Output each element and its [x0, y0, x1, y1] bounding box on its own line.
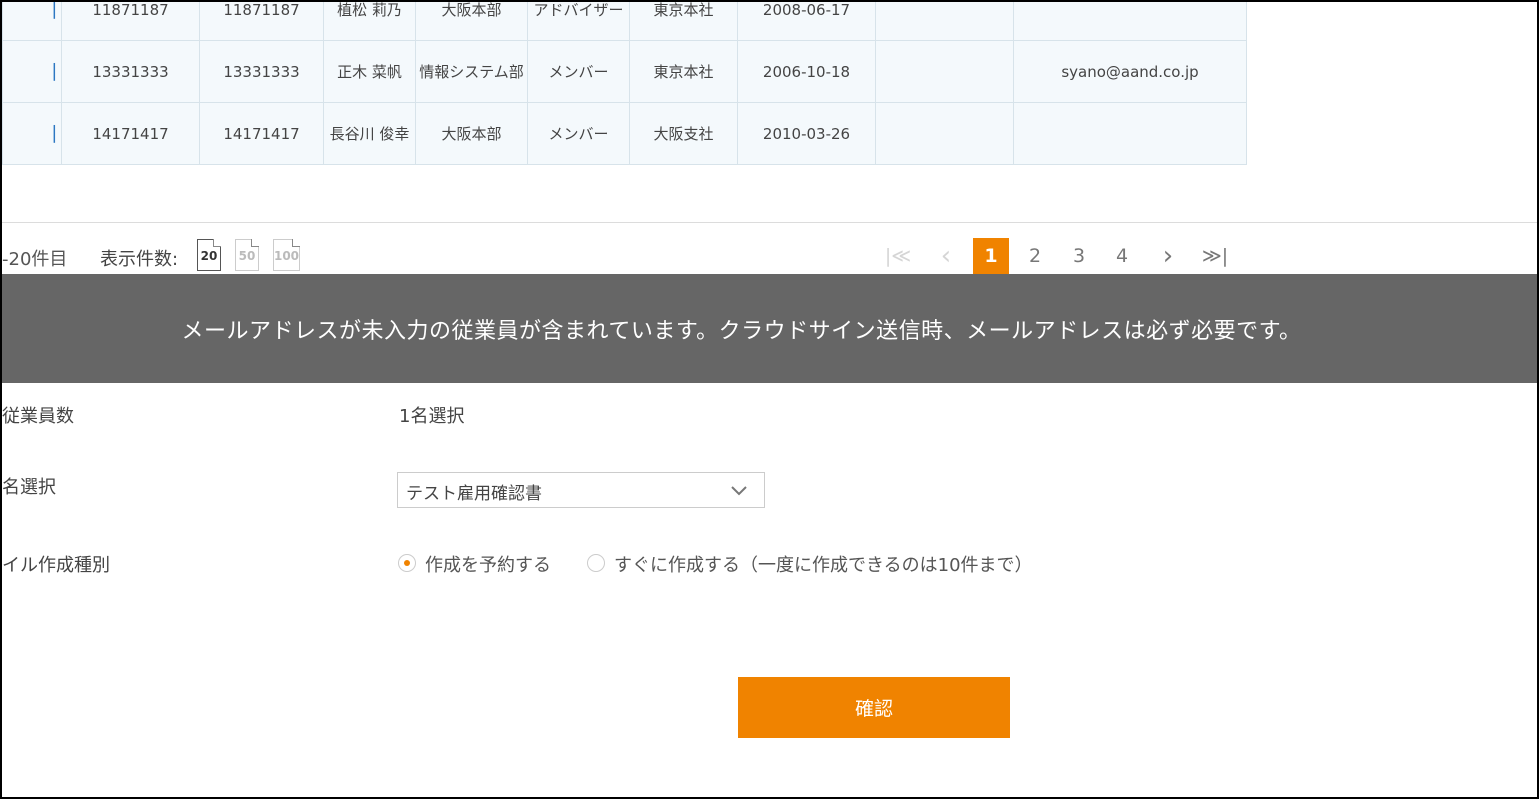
employee-email [1013, 102, 1247, 165]
first-page-icon[interactable]: |≪ [882, 238, 914, 274]
employee-id: 13331333 [199, 40, 324, 103]
employee-date: 2006-10-18 [737, 40, 876, 103]
per-page-20-button[interactable]: 20 [197, 239, 221, 271]
employee-id: 14171417 [199, 102, 324, 165]
employee-name: 長谷川 俊幸 [323, 102, 416, 165]
employee-name: 植松 莉乃 [323, 2, 416, 41]
employee-date: 2010-03-26 [737, 102, 876, 165]
file-type-label: イル作成種別 [2, 555, 110, 576]
prev-page-icon[interactable]: ‹ [932, 238, 960, 274]
warning-message: メールアドレスが未入力の従業員が含まれています。クラウドサイン送信時、メールアド… [181, 318, 1302, 344]
employee-role: メンバー [527, 40, 630, 103]
employee-count-label: 従業員数 [2, 406, 74, 427]
template-select[interactable]: テスト雇用確認書 [397, 472, 765, 508]
employee-role: アドバイザー [527, 2, 630, 41]
employee-dept: 大阪本部 [415, 2, 528, 41]
page-frame: ▕ 11871187 11871187 植松 莉乃 大阪本部 アドバイザー 東京… [0, 0, 1539, 799]
row-link[interactable]: ▕ [2, 102, 62, 165]
per-page-50-button[interactable]: 50 [235, 239, 259, 271]
divider [2, 222, 1537, 223]
result-range: -20件目 [2, 249, 68, 270]
employee-email [1013, 2, 1247, 41]
employee-office: 東京本社 [629, 2, 738, 41]
reserve-radio[interactable] [398, 554, 416, 572]
employee-extra [875, 40, 1014, 103]
row-link[interactable]: ▕ [2, 40, 62, 103]
employee-code: 11871187 [61, 2, 200, 41]
employee-code: 13331333 [61, 40, 200, 103]
employee-extra [875, 2, 1014, 41]
page-1-button[interactable]: 1 [973, 238, 1009, 274]
page-3-button[interactable]: 3 [1066, 238, 1092, 274]
employee-count-value: 1名選択 [399, 406, 465, 427]
employee-office: 大阪支社 [629, 102, 738, 165]
employee-office: 東京本社 [629, 40, 738, 103]
employee-dept: 大阪本部 [415, 102, 528, 165]
create-now-radio-label[interactable]: すぐに作成する（一度に作成できるのは10件まで） [614, 551, 1033, 577]
employee-email: syano@aand.co.jp [1013, 40, 1247, 103]
employee-table: ▕ 11871187 11871187 植松 莉乃 大阪本部 アドバイザー 東京… [2, 2, 1247, 165]
employee-id: 11871187 [199, 2, 324, 41]
table-row[interactable]: ▕ 13331333 13331333 正木 菜帆 情報システム部 メンバー 東… [2, 40, 1247, 103]
per-page-label: 表示件数: [100, 249, 179, 270]
last-page-icon[interactable]: ≫| [1198, 238, 1232, 274]
employee-date: 2008-06-17 [737, 2, 876, 41]
row-link[interactable]: ▕ [2, 2, 62, 41]
page-4-button[interactable]: 4 [1109, 238, 1135, 274]
employee-role: メンバー [527, 102, 630, 165]
chevron-down-icon [730, 481, 748, 503]
confirm-button[interactable]: 確認 [738, 677, 1010, 738]
next-page-icon[interactable]: › [1154, 238, 1182, 274]
template-select-label: 名選択 [2, 477, 56, 498]
employee-name: 正木 菜帆 [323, 40, 416, 103]
table-row[interactable]: ▕ 11871187 11871187 植松 莉乃 大阪本部 アドバイザー 東京… [2, 2, 1247, 41]
warning-banner: メールアドレスが未入力の従業員が含まれています。クラウドサイン送信時、メールアド… [2, 274, 1537, 383]
create-now-radio[interactable] [587, 554, 605, 572]
reserve-radio-label[interactable]: 作成を予約する [425, 551, 551, 577]
employee-dept: 情報システム部 [415, 40, 528, 103]
per-page-100-button[interactable]: 100 [273, 239, 300, 271]
employee-extra [875, 102, 1014, 165]
table-row[interactable]: ▕ 14171417 14171417 長谷川 俊幸 大阪本部 メンバー 大阪支… [2, 102, 1247, 165]
template-select-value: テスト雇用確認書 [406, 484, 542, 504]
page-2-button[interactable]: 2 [1022, 238, 1048, 274]
employee-code: 14171417 [61, 102, 200, 165]
